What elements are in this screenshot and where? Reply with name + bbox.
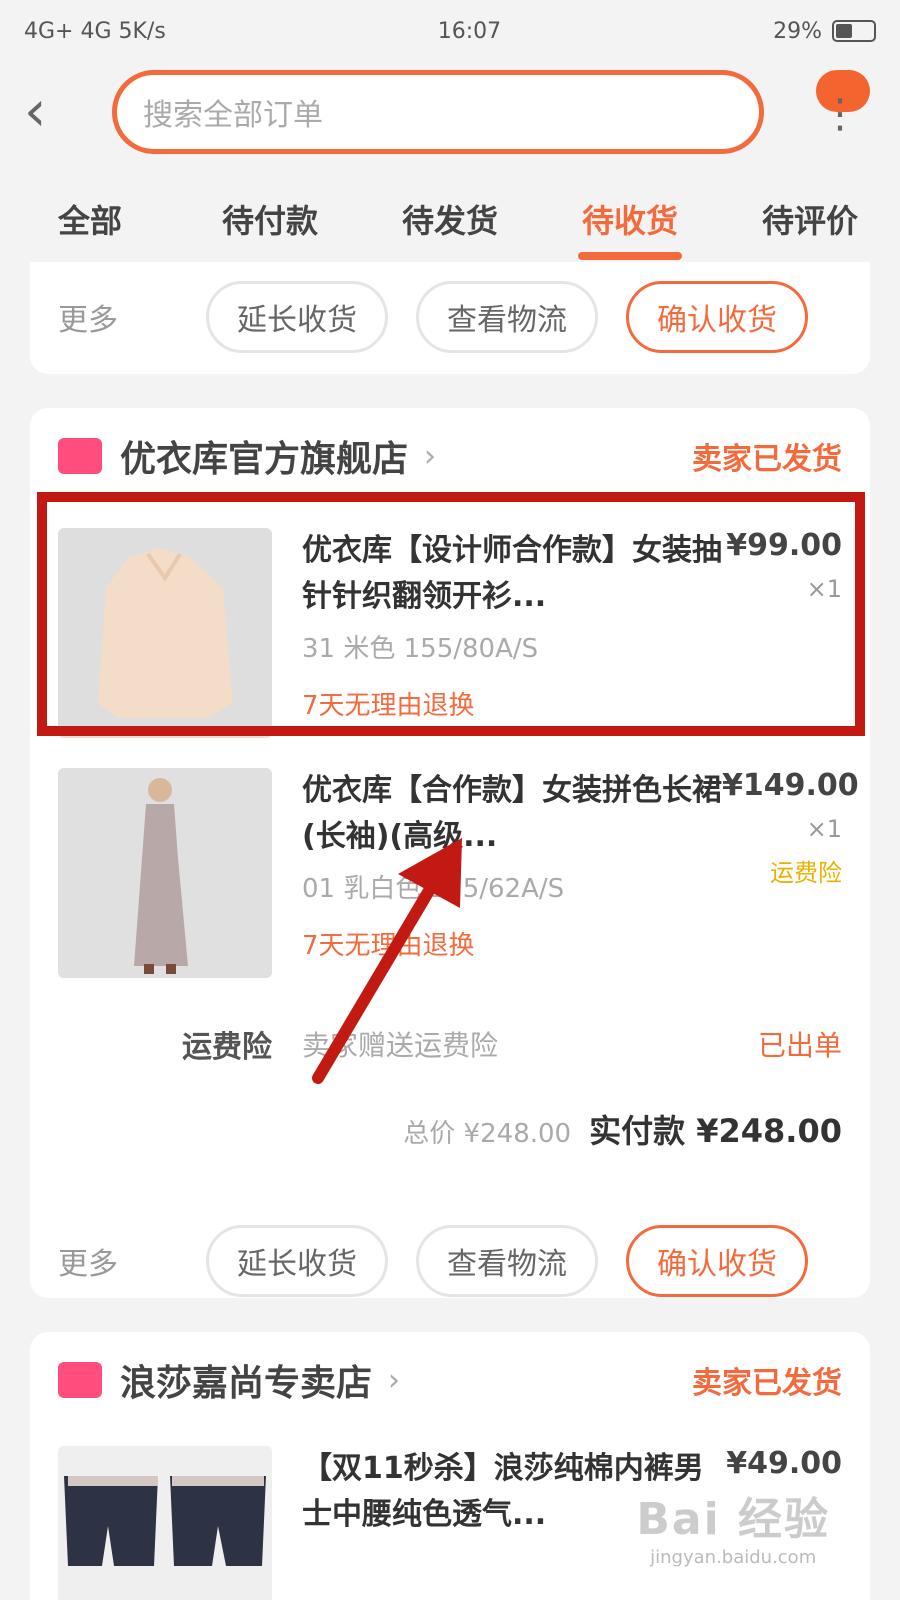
tab-all[interactable]: 全部 <box>0 178 180 268</box>
confirm-receipt-button[interactable]: 确认收货 <box>626 1225 808 1297</box>
search-input[interactable]: 搜索全部订单 <box>112 70 764 154</box>
return-policy-tag: 7天无理由退换 <box>302 931 475 961</box>
view-logistics-button[interactable]: 查看物流 <box>416 281 598 353</box>
shipping-insurance-desc: 卖家赠送运费险 <box>302 1029 499 1062</box>
order-status: 卖家已发货 <box>692 442 842 477</box>
product-qty: ×1 <box>806 575 842 603</box>
view-logistics-button[interactable]: 查看物流 <box>416 1225 598 1297</box>
product-image <box>58 528 272 738</box>
order-card: 优衣库官方旗舰店 › 卖家已发货 优衣库【设计师合作款】女装抽针针织翻领开衫..… <box>30 408 870 1298</box>
product-info: 优衣库【合作款】女装拼色长裙(长袖)(高级... 01 乳白色 155/62A/… <box>272 768 722 978</box>
shop-header[interactable]: 浪莎嘉尚专卖店 › 卖家已发货 <box>30 1332 870 1428</box>
status-bar: 4G+ 4G 5K/s 16:07 29% <box>0 0 900 62</box>
list-item[interactable]: 优衣库【设计师合作款】女装抽针针织翻领开衫... 31 米色 155/80A/S… <box>30 528 870 738</box>
more-icon[interactable]: ⋮ <box>820 94 860 134</box>
extend-receipt-button[interactable]: 延长收货 <box>206 1225 388 1297</box>
product-price: ¥49.00 <box>726 1446 842 1481</box>
tab-to-pay[interactable]: 待付款 <box>180 178 360 268</box>
more-actions-link[interactable]: 更多 <box>58 1239 178 1283</box>
product-image <box>58 768 272 978</box>
order-total-price: 总价 ¥248.00 <box>403 1119 572 1149</box>
chevron-right-icon: › <box>388 1362 401 1398</box>
return-policy-tag: 7天无理由退换 <box>302 691 475 721</box>
extend-receipt-button[interactable]: 延长收货 <box>206 281 388 353</box>
product-price: ¥149.00 <box>722 768 859 803</box>
product-qty: ×1 <box>806 815 842 843</box>
price-column: ¥99.00 ×1 <box>722 528 842 738</box>
shop-header[interactable]: 优衣库官方旗舰店 › 卖家已发货 <box>30 408 870 504</box>
shop-name: 优衣库官方旗舰店 <box>120 439 409 480</box>
product-sku: 01 乳白色 155/62A/S <box>302 874 565 904</box>
tab-to-receive[interactable]: 待收货 <box>540 178 720 268</box>
product-sku: 31 米色 155/80A/S <box>302 634 539 664</box>
more-menu[interactable]: ⋮ <box>810 70 870 154</box>
product-price: ¥99.00 <box>726 528 842 563</box>
battery-percent: 29% <box>773 18 822 44</box>
watermark: Bai 经验 jingyan.baidu.com <box>636 1483 830 1568</box>
list-item[interactable]: 优衣库【合作款】女装拼色长裙(长袖)(高级... 01 乳白色 155/62A/… <box>30 768 870 978</box>
search-placeholder: 搜索全部订单 <box>143 98 323 133</box>
order-paid-amount: 实付款 ¥248.00 <box>589 1112 842 1150</box>
product-image <box>58 1446 272 1600</box>
more-actions-link[interactable]: 更多 <box>58 295 178 339</box>
shop-name: 浪莎嘉尚专卖店 <box>120 1363 373 1404</box>
shipping-insurance-state: 已出单 <box>757 1029 842 1062</box>
clock: 16:07 <box>437 18 502 44</box>
order-tabs: 全部 待付款 待发货 待收货 待评价 <box>0 178 900 268</box>
tab-to-ship[interactable]: 待发货 <box>360 178 540 268</box>
tab-to-review[interactable]: 待评价 <box>720 178 900 268</box>
back-icon[interactable]: ‹ <box>24 84 84 140</box>
cardigan-image <box>58 528 272 738</box>
action-row: 更多 延长收货 查看物流 确认收货 <box>30 1206 870 1316</box>
chevron-right-icon: › <box>424 438 437 474</box>
status-right: 29% <box>773 19 876 44</box>
price-column: ¥149.00 ×1 运费险 <box>722 768 859 978</box>
shop-logo-icon <box>58 1362 102 1398</box>
product-title: 优衣库【设计师合作款】女装抽针针织翻领开衫... <box>302 533 722 614</box>
order-card-previous: 更多 延长收货 查看物流 确认收货 <box>30 262 870 374</box>
shipping-insurance-row: 运费险 卖家赠送运费险 已出单 <box>30 1018 870 1070</box>
shipping-insurance-title: 运费险 <box>182 1030 272 1065</box>
watermark-logo: Bai 经验 <box>636 1494 830 1545</box>
product-info: 优衣库【设计师合作款】女装抽针针织翻领开衫... 31 米色 155/80A/S… <box>272 528 722 738</box>
top-nav: ‹ 搜索全部订单 ⋮ <box>0 62 900 162</box>
confirm-receipt-button[interactable]: 确认收货 <box>626 281 808 353</box>
underwear-image <box>58 1446 272 1600</box>
signal-text: 4G+ 4G 5K/s <box>24 18 166 44</box>
watermark-url: jingyan.baidu.com <box>650 1547 817 1568</box>
shipping-insurance-label: 运费险 <box>770 859 842 887</box>
product-title: 优衣库【合作款】女装拼色长裙(长袖)(高级... <box>302 773 722 854</box>
battery-icon <box>832 20 876 42</box>
signal-indicator: 4G+ 4G 5K/s <box>24 19 166 44</box>
order-status: 卖家已发货 <box>692 1366 842 1401</box>
dress-image <box>58 768 272 978</box>
order-total-row: 总价 ¥248.00 实付款 ¥248.00 <box>30 1106 870 1166</box>
action-row: 更多 延长收货 查看物流 确认收货 <box>30 262 870 372</box>
shop-logo-icon <box>58 438 102 474</box>
